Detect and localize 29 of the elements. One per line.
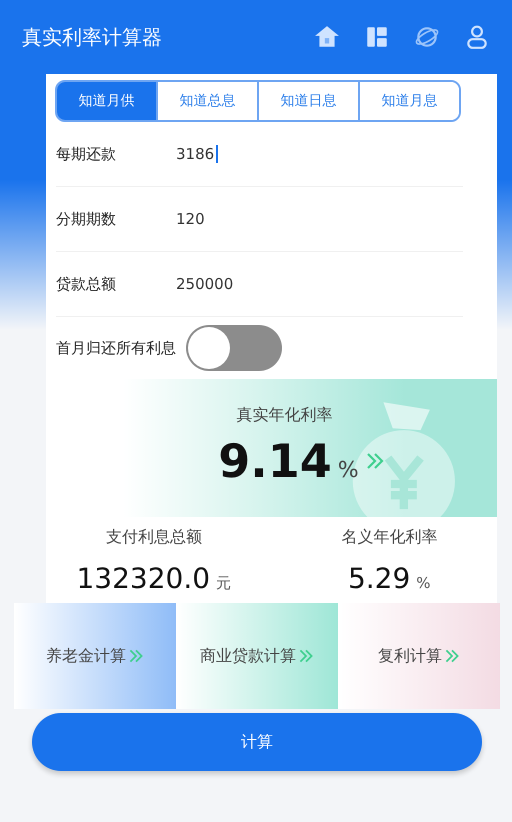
chevron-icon bbox=[128, 648, 144, 664]
toggle-label: 首月归还所有利息 bbox=[56, 338, 176, 358]
input-field[interactable]: 3186 bbox=[176, 145, 218, 163]
tab[interactable]: 知道月息 bbox=[358, 82, 459, 120]
unit-label: % bbox=[416, 574, 431, 592]
summary-label: 支付利息总额 bbox=[106, 527, 202, 548]
shortcut-tile[interactable]: 养老金计算 bbox=[14, 603, 176, 709]
shortcut-tile[interactable]: 复利计算 bbox=[338, 603, 500, 709]
unit-label: % bbox=[338, 458, 359, 483]
result-title: 真实年化利率 bbox=[236, 405, 334, 426]
shortcut-tile[interactable]: 商业贷款计算 bbox=[176, 603, 338, 709]
input-field[interactable]: 250000 bbox=[176, 275, 236, 293]
field-label: 分期期数 bbox=[56, 210, 117, 228]
field-label: 每期还款 bbox=[56, 144, 117, 164]
chevron-icon bbox=[298, 648, 314, 664]
toggle-switch[interactable] bbox=[186, 325, 282, 371]
unit-label: 元 bbox=[216, 574, 232, 593]
chevron-icon bbox=[444, 648, 460, 664]
app-title: 真实利率计算器 bbox=[22, 24, 162, 50]
field-label: 贷款总额 bbox=[56, 274, 117, 294]
tab[interactable]: 知道月供 bbox=[57, 82, 156, 120]
summary-value: 5.29 bbox=[348, 562, 410, 595]
summary-label: 名义年化利率 bbox=[341, 527, 438, 548]
chevron-icon bbox=[364, 451, 385, 471]
result-value: 9.14 bbox=[218, 434, 332, 488]
calculate-button[interactable]: 计算 bbox=[32, 713, 482, 771]
home-icon[interactable] bbox=[314, 24, 340, 50]
input-field[interactable]: 120 bbox=[176, 210, 207, 228]
summary-value: 132320.0 bbox=[76, 562, 210, 595]
